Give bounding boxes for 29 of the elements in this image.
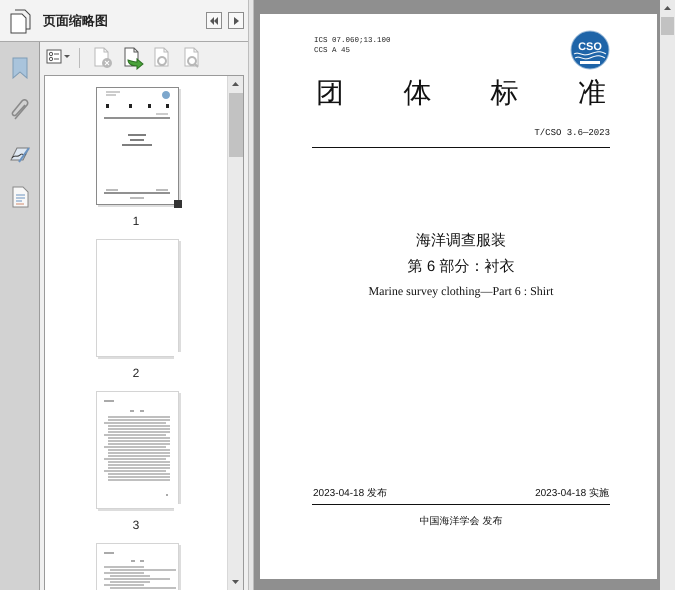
standard-heading-character: 准 bbox=[578, 75, 606, 111]
page-thumbnail[interactable] bbox=[96, 239, 182, 360]
organization-logo: CSO bbox=[570, 30, 610, 70]
panel-title: 页面缩略图 bbox=[43, 12, 109, 30]
english-title: Marine survey clothing—Part 6 : Shirt bbox=[368, 284, 554, 298]
scroll-thumb[interactable] bbox=[228, 93, 242, 157]
standard-heading-character: 标 bbox=[490, 75, 519, 111]
collapse-button[interactable] bbox=[206, 12, 222, 29]
delete-page-icon bbox=[92, 46, 114, 70]
standard-heading-character: 团 bbox=[316, 75, 344, 111]
page-number: 1 bbox=[132, 214, 140, 228]
issue-date: 2023-04-18 发布 bbox=[313, 487, 387, 500]
insert-page-icon bbox=[122, 46, 144, 70]
pages-icon[interactable] bbox=[8, 8, 32, 34]
standard-number: T/CSO 3.6—2023 bbox=[534, 128, 610, 138]
scroll-thumb[interactable] bbox=[661, 17, 674, 35]
publisher: 中国海洋学会 发布 bbox=[420, 516, 502, 527]
page-number: 3 bbox=[132, 518, 140, 532]
double-left-arrow-icon bbox=[209, 16, 219, 26]
effective-date: 2023-04-18 实施 bbox=[535, 486, 609, 500]
document-title: 海洋调查服装 bbox=[416, 232, 506, 249]
page-thumbnail[interactable] bbox=[96, 87, 182, 208]
document-subtitle: 第 6 部分：衬衣 bbox=[408, 258, 514, 275]
page-number: 2 bbox=[132, 366, 140, 380]
standard-heading-character: 体 bbox=[403, 75, 432, 111]
page-thumbnail[interactable] bbox=[96, 391, 182, 512]
right-arrow-icon bbox=[231, 16, 241, 26]
insert-page-button[interactable] bbox=[122, 46, 144, 70]
expand-button[interactable] bbox=[228, 12, 244, 29]
